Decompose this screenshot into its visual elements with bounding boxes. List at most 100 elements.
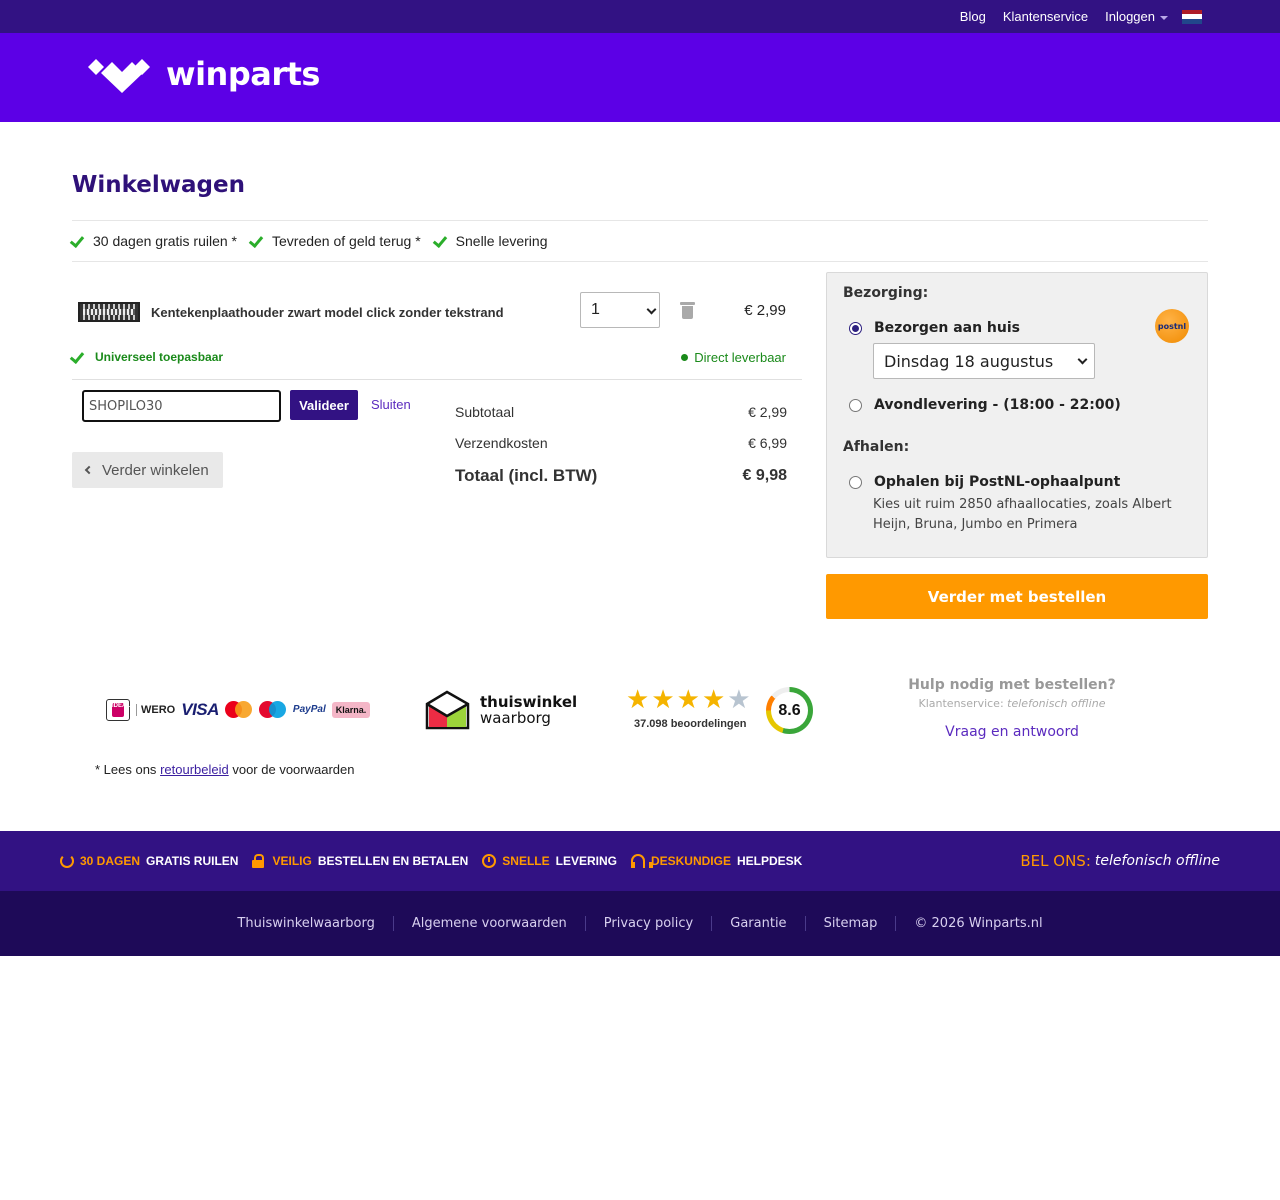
pickup-heading: Afhalen:: [843, 439, 910, 455]
subtotal-label: Subtotaal: [455, 403, 515, 420]
logo[interactable]: winparts: [88, 55, 320, 93]
chevron-down-icon: [646, 304, 657, 315]
payment-methods: iDEAL WERO VISA PayPal Klarna.: [106, 698, 371, 722]
availability-label: Direct leverbaar: [694, 350, 786, 365]
twb-text: thuiswinkel waarborg: [480, 693, 578, 727]
close-coupon-link[interactable]: Sluiten: [371, 397, 411, 412]
usp-label: Snelle levering: [455, 233, 548, 249]
rating-stars: ★ ★ ★ ★ ★: [626, 686, 751, 712]
validate-coupon-button[interactable]: Valideer: [290, 390, 358, 420]
coupon-input[interactable]: [82, 390, 281, 422]
radio-selected-icon[interactable]: [849, 321, 862, 335]
headset-icon: [630, 854, 653, 868]
product-thumbnail[interactable]: [78, 302, 140, 322]
footer-usp-bar: 30 DAGEN GRATIS RUILEN VEILIG BESTELLEN EN…: [0, 831, 1280, 891]
blog-link[interactable]: Blog: [960, 9, 986, 24]
postnl-logo-text: postnl: [1157, 321, 1187, 331]
login-label: Inloggen: [1105, 9, 1155, 24]
footer-usp-item: SNELLE LEVERING: [482, 854, 617, 868]
radio-icon[interactable]: [849, 475, 862, 489]
cart-item: Kentekenplaathouder zwart model click zo…: [72, 290, 802, 334]
chevron-left-icon: [84, 465, 94, 475]
shipping-options-panel: Bezorging: Bezorgen aan huis postnl Dins…: [826, 272, 1208, 558]
shipping-cost-value: € 6,99: [748, 434, 787, 451]
flag-nl-icon[interactable]: [1182, 9, 1202, 24]
evening-delivery-label: Avondlevering - (18:00 - 22:00): [874, 397, 1121, 413]
checkmark-icon: [72, 236, 85, 246]
visa-logo: VISA: [181, 700, 219, 719]
page-title: Winkelwagen: [72, 172, 245, 198]
footer-links: Thuiswinkelwaarborg Algemene voorwaarden…: [219, 916, 1060, 931]
continue-order-button[interactable]: Verder met bestellen: [826, 574, 1208, 619]
star-empty-icon: ★: [727, 684, 751, 714]
call-us-status: telefonisch offline: [1094, 853, 1220, 869]
chevron-down-icon: [1077, 354, 1088, 365]
timer-icon: [482, 854, 497, 868]
chevron-down-icon: [1160, 15, 1168, 20]
returns-note: * Lees ons retourbeleid voor de voorwaar…: [95, 762, 355, 777]
help-subtitle: Klantenservice: telefonisch offline: [918, 697, 1106, 710]
subtotal-row: Subtotaal € 2,99: [455, 396, 787, 427]
home-delivery-option[interactable]: Bezorgen aan huis: [849, 320, 1020, 336]
winparts-logo-icon: [88, 59, 150, 93]
house-logo-icon: [425, 690, 470, 730]
delivery-date-value: Dinsdag 18 augustus: [884, 351, 1054, 371]
evening-delivery-option[interactable]: Avondlevering - (18:00 - 22:00): [849, 397, 1121, 413]
paypal-logo: PayPal: [292, 704, 326, 715]
footer-link-sitemap[interactable]: Sitemap: [804, 916, 896, 931]
maestro-logo: [258, 701, 287, 719]
thuiswinkel-waarborg-badge[interactable]: thuiswinkel waarborg: [425, 690, 577, 730]
subtotal-value: € 2,99: [748, 403, 787, 420]
usp-item: Tevreden of geld terug *: [251, 233, 421, 249]
footer-link-privacy[interactable]: Privacy policy: [584, 916, 711, 931]
footer-link-terms[interactable]: Algemene voorwaarden: [392, 916, 585, 931]
star-icon: ★: [701, 684, 726, 714]
login-dropdown[interactable]: Inloggen: [1105, 9, 1168, 24]
refresh-icon: [60, 854, 74, 868]
klarna-logo: Klarna.: [331, 702, 371, 718]
trash-icon[interactable]: [680, 302, 695, 319]
faq-link[interactable]: Vraag en antwoord: [884, 724, 1140, 740]
footer-link-thuiswinkelwaarborg[interactable]: Thuiswinkelwaarborg: [219, 916, 392, 931]
postnl-logo: postnl: [1155, 309, 1189, 343]
total-row: Totaal (incl. BTW) € 9,98: [455, 460, 787, 491]
delivery-heading: Bezorging:: [843, 285, 929, 301]
logo-text: winparts: [166, 55, 320, 93]
wero-logo: WERO: [136, 704, 175, 716]
star-icon: ★: [626, 684, 650, 714]
usp-row: 30 dagen gratis ruilen * Tevreden of gel…: [72, 220, 1208, 262]
footer-usps: 30 DAGEN GRATIS RUILEN VEILIG BESTELLEN EN…: [60, 831, 802, 891]
top-bar: Blog Klantenservice Inloggen: [0, 0, 1280, 33]
shipping-cost-label: Verzendkosten: [455, 434, 548, 451]
star-icon: ★: [651, 684, 675, 714]
usp-item: 30 dagen gratis ruilen *: [72, 233, 237, 249]
continue-shopping-label: Verder winkelen: [102, 461, 209, 479]
rating-score: 8.6: [771, 692, 808, 729]
call-us-label: BEL ONS:: [1020, 852, 1091, 870]
radio-icon[interactable]: [849, 398, 862, 412]
quantity-select[interactable]: 1: [580, 292, 660, 328]
status-dot-icon: [681, 354, 689, 361]
continue-shopping-button[interactable]: Verder winkelen: [72, 452, 223, 488]
call-us: BEL ONS: telefonisch offline: [1020, 831, 1220, 891]
feature-label: Universeel toepasbaar: [95, 350, 224, 364]
home-delivery-label: Bezorgen aan huis: [874, 320, 1020, 336]
review-rating[interactable]: ★ ★ ★ ★ ★ 37.098 beoordelingen: [626, 686, 751, 730]
order-totals: Subtotaal € 2,99 Verzendkosten € 6,99 Tota…: [455, 396, 787, 491]
review-count: 37.098 beoordelingen: [634, 718, 747, 730]
shipping-cost-row: Verzendkosten € 6,99: [455, 427, 787, 458]
pickup-option[interactable]: Ophalen bij PostNL-ophaalpunt: [849, 474, 1120, 490]
footer-usp-item: DESKUNDIGE HELPDESK: [630, 854, 802, 868]
usp-label: Tevreden of geld terug *: [272, 233, 421, 249]
checkmark-icon: [251, 236, 264, 246]
site-footer: Thuiswinkelwaarborg Algemene voorwaarden…: [0, 891, 1280, 956]
footer-link-warranty[interactable]: Garantie: [711, 916, 804, 931]
product-name[interactable]: Kentekenplaathouder zwart model click zo…: [151, 305, 571, 320]
delivery-date-select[interactable]: Dinsdag 18 augustus: [873, 343, 1095, 379]
item-price: € 2,99: [744, 302, 786, 319]
footer-usp-item: VEILIG BESTELLEN EN BETALEN: [252, 854, 468, 868]
usp-item: Snelle levering: [435, 233, 548, 249]
site-header: winparts: [0, 33, 1280, 122]
customer-service-link[interactable]: Klantenservice: [1003, 9, 1088, 24]
return-policy-link[interactable]: retourbeleid: [160, 762, 229, 777]
